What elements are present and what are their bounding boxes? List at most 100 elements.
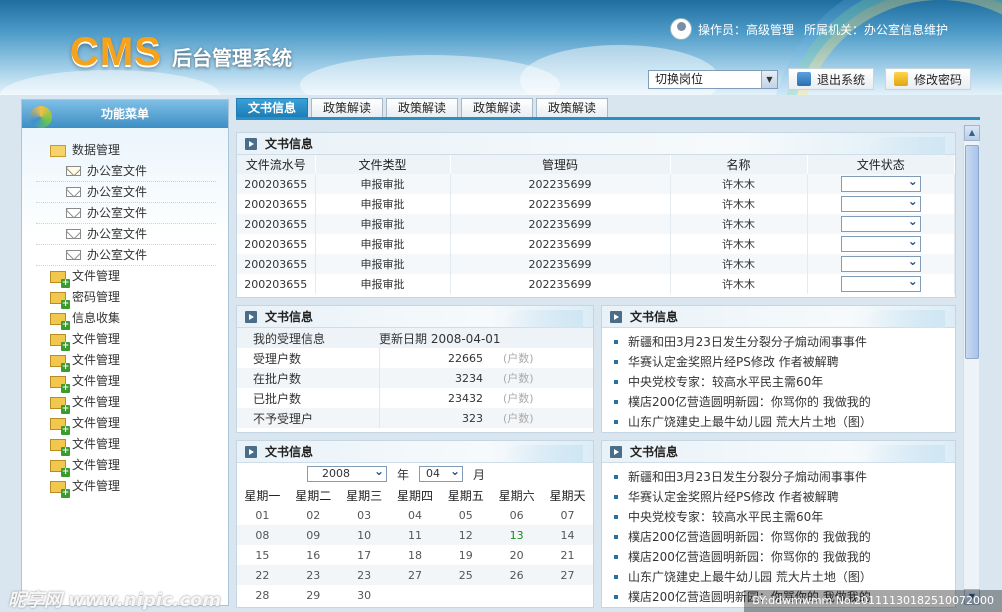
calendar-day[interactable]: 02 [288, 505, 339, 525]
sidebar-item[interactable]: 办公室文件 [36, 203, 216, 224]
calendar-day[interactable]: 05 [440, 505, 491, 525]
arrow-right-icon [610, 310, 622, 323]
table-cell: 许木木 [670, 234, 808, 254]
sidebar-item[interactable]: 文件管理 [22, 455, 228, 477]
watermark-right: BY:ddwmwmm No.20111130182510072000 [744, 590, 1002, 612]
table-cell: 申报审批 [315, 254, 451, 274]
calendar-day[interactable]: 18 [390, 545, 441, 565]
calendar-day[interactable]: 06 [491, 505, 542, 525]
folder-add-icon [50, 333, 70, 351]
sidebar-item-label: 办公室文件 [87, 247, 148, 262]
table-cell [807, 254, 955, 274]
sidebar-item[interactable]: 信息收集 [22, 308, 228, 330]
news-link[interactable]: 中央党校专家：较高水平民主需60年 [612, 372, 955, 392]
file-status-select[interactable] [840, 274, 921, 292]
position-select[interactable]: 切换岗位 ▼ [648, 70, 778, 89]
file-status-select[interactable] [840, 174, 921, 192]
user-info-bar: 操作员：高级管理 所属机关：办公室信息维护 [670, 18, 958, 40]
tab-policy[interactable]: 政策解读 [311, 98, 383, 117]
calendar-day[interactable]: 30 [339, 585, 390, 605]
sidebar-item[interactable]: 文件管理 [22, 350, 228, 372]
news-link[interactable]: 中央党校专家：较高水平民主需60年 [612, 507, 955, 527]
calendar-day[interactable]: 07 [542, 505, 593, 525]
sidebar-header: 功能菜单 [22, 100, 228, 128]
calendar-day[interactable]: 25 [440, 565, 492, 585]
calendar-day[interactable]: 09 [287, 525, 339, 545]
news-link[interactable]: 新疆和田3月23日发生分裂分子煽动闹事事件 [612, 467, 955, 487]
calendar-day[interactable]: 20 [491, 545, 542, 565]
calendar-day[interactable]: 03 [339, 505, 390, 525]
stats-header-row: 我的受理信息 更新日期 2008-04-01 [237, 328, 593, 348]
year-select[interactable]: 2008 [307, 464, 387, 482]
calendar-day[interactable]: 11 [389, 525, 441, 545]
logout-button[interactable]: 退出系统 [788, 68, 875, 90]
tab-policy[interactable]: 政策解读 [386, 98, 458, 117]
stats-row: 在批户数 3234 (户数) [237, 368, 593, 388]
sidebar-item[interactable]: 文件管理 [22, 476, 228, 498]
app-logo: CMS [70, 30, 162, 74]
calendar-day[interactable]: 23 [287, 565, 339, 585]
file-status-select[interactable] [840, 194, 921, 212]
file-status-select[interactable] [840, 214, 921, 232]
calendar-day[interactable]: 01 [237, 505, 288, 525]
calendar-day[interactable]: 19 [440, 545, 491, 565]
calendar-day[interactable]: 04 [390, 505, 441, 525]
sidebar-item-label: 文件管理 [72, 479, 121, 493]
news-link[interactable]: 山东广饶建史上最牛幼儿园 荒大片土地（图） [612, 412, 955, 432]
news-link[interactable]: 樸店200亿营造圆明新园：你骂你的 我做我的 [612, 392, 955, 412]
file-status-select[interactable] [840, 254, 921, 272]
calendar-day[interactable]: 13 [491, 525, 543, 545]
file-status-select[interactable] [840, 234, 921, 252]
calendar-day[interactable]: 15 [237, 545, 288, 565]
globe-icon [30, 106, 52, 128]
sidebar-item[interactable]: 办公室文件 [36, 224, 216, 245]
tab-policy[interactable]: 政策解读 [536, 98, 608, 117]
calendar-day[interactable]: 16 [288, 545, 339, 565]
sidebar-item[interactable]: 文件管理 [22, 434, 228, 456]
sidebar-item[interactable]: 密码管理 [22, 287, 228, 309]
sidebar-item[interactable]: 文件管理 [22, 413, 228, 435]
calendar-day[interactable]: 14 [542, 525, 593, 545]
sidebar-item[interactable]: 办公室文件 [36, 161, 216, 182]
calendar-day[interactable]: 08 [237, 525, 288, 545]
sidebar-item[interactable]: 数据管理 [22, 140, 228, 161]
news-link[interactable]: 华赛认定金奖照片经PS修改 作者被解聘 [612, 352, 955, 372]
calendar-day[interactable]: 23 [338, 565, 390, 585]
news-link[interactable]: 樸店200亿营造圆明新园：你骂你的 我做我的 [612, 547, 955, 567]
sidebar-item[interactable]: 文件管理 [22, 329, 228, 351]
month-select[interactable]: 04 [419, 464, 464, 482]
sidebar-item[interactable]: 办公室文件 [36, 182, 216, 203]
tab-documents[interactable]: 文书信息 [236, 98, 308, 117]
change-password-button[interactable]: 修改密码 [885, 68, 972, 90]
chevron-down-icon: ▼ [761, 71, 777, 88]
vertical-scrollbar[interactable]: ▲ ▼ [963, 125, 980, 605]
logout-label: 退出系统 [817, 72, 866, 87]
sidebar-item-label: 办公室文件 [87, 163, 148, 178]
calendar-day[interactable]: 27 [542, 565, 593, 585]
user-avatar-icon [670, 18, 692, 40]
calendar-day [491, 585, 542, 605]
table-cell: 202235699 [450, 274, 671, 294]
calendar-day[interactable]: 12 [440, 525, 492, 545]
sidebar-item[interactable]: 办公室文件 [36, 245, 216, 266]
calendar-day[interactable]: 10 [338, 525, 390, 545]
scroll-thumb[interactable] [965, 145, 979, 359]
stats-table: 我的受理信息 更新日期 2008-04-01 受理户数 22665 (户数) 在批户数… [237, 328, 593, 428]
table-row: 200203655 申报审批 202235699 许木木 [237, 234, 955, 254]
tab-policy[interactable]: 政策解读 [461, 98, 533, 117]
sidebar-item[interactable]: 文件管理 [22, 266, 228, 288]
sidebar-item[interactable]: 文件管理 [22, 371, 228, 393]
calendar-day[interactable]: 27 [389, 565, 441, 585]
calendar-day[interactable]: 21 [542, 545, 593, 565]
news-link[interactable]: 山东广饶建史上最牛幼儿园 荒大片土地（图） [612, 567, 955, 587]
news-link[interactable]: 樸店200亿营造圆明新园：你骂你的 我做我的 [612, 527, 955, 547]
panel-title: 文书信息 [265, 445, 314, 459]
folder-add-icon [50, 459, 70, 477]
sidebar-item[interactable]: 文件管理 [22, 392, 228, 414]
news-link[interactable]: 华赛认定金奖照片经PS修改 作者被解聘 [612, 487, 955, 507]
calendar-day[interactable]: 17 [339, 545, 390, 565]
news-link[interactable]: 新疆和田3月23日发生分裂分子煽动闹事事件 [612, 332, 955, 352]
calendar-day[interactable]: 22 [237, 565, 288, 585]
calendar-day[interactable]: 26 [491, 565, 543, 585]
scroll-up-icon[interactable]: ▲ [964, 125, 980, 141]
